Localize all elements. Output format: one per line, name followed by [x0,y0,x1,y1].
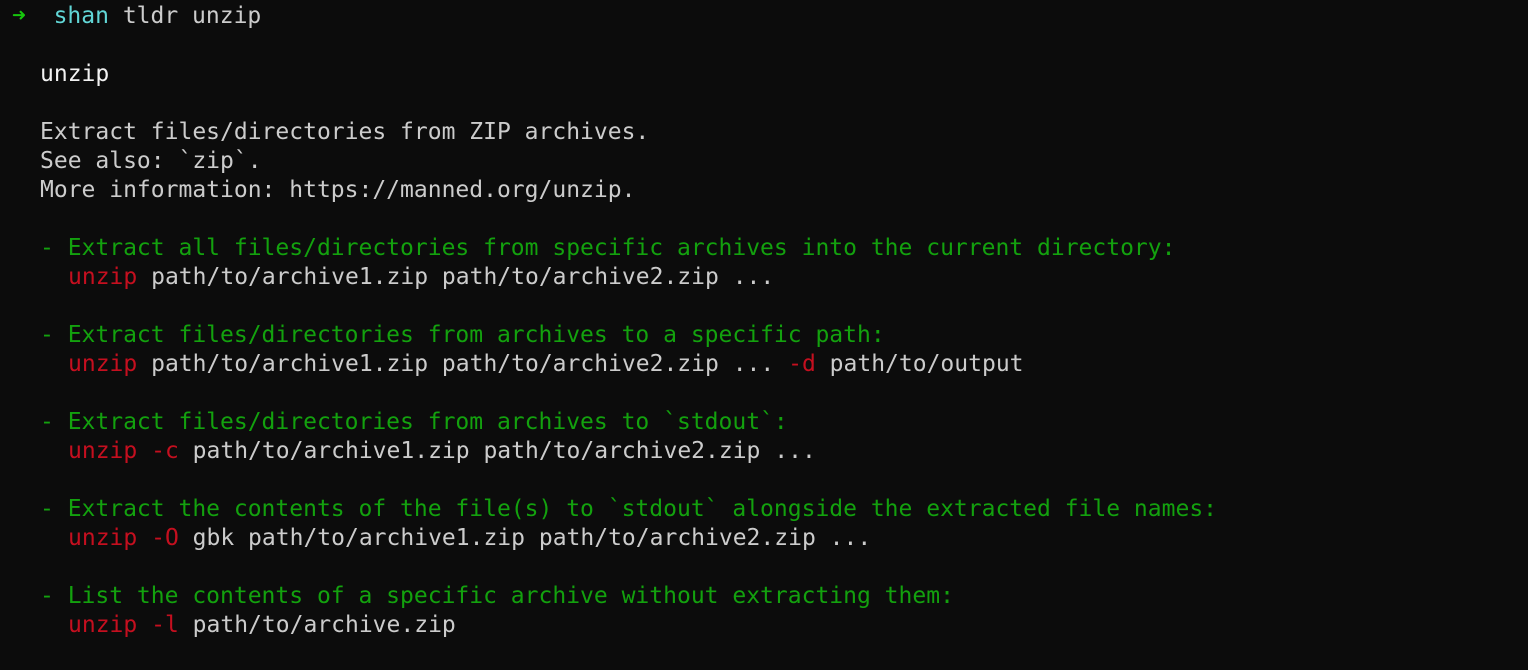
command-program: unzip [68,351,138,377]
example-command: unzip -l path/to/archive.zip [12,611,1528,640]
example-description: - Extract files/directories from archive… [40,322,885,348]
prompt-arrow-icon: ➜ [12,3,26,29]
examples-list: - Extract all files/directories from spe… [12,205,1528,640]
prompt-user: shan [53,3,109,29]
command-argument: path/to/archive1.zip path/to/archive2.zi… [151,351,775,377]
description-line: More information: https://manned.org/unz… [40,177,636,203]
terminal-window[interactable]: ➜ shan tldr unzip unzip Extract files/di… [0,0,1528,670]
command-program: unzip [68,612,138,638]
command-flag: -c [151,438,179,464]
description-line: Extract files/directories from ZIP archi… [40,119,650,145]
example-command: unzip path/to/archive1.zip path/to/archi… [12,263,1528,292]
entered-command: tldr unzip [122,3,262,29]
command-program: unzip [68,264,138,290]
command-argument: path/to/archive.zip [192,612,456,638]
example-command: unzip path/to/archive1.zip path/to/archi… [12,350,1528,379]
example-description: - Extract the contents of the file(s) to… [40,496,1218,522]
example-command: unzip -c path/to/archive1.zip path/to/ar… [12,437,1528,466]
command-program: unzip [68,525,138,551]
example-description: - Extract all files/directories from spe… [40,235,1176,261]
page-title: unzip [40,61,110,87]
prompt-line: ➜ shan tldr unzip [12,2,1528,31]
example-description: - Extract files/directories from archive… [40,409,788,435]
command-flag: -d [788,351,816,377]
example-description: - List the contents of a specific archiv… [40,583,954,609]
command-argument: path/to/archive1.zip path/to/archive2.zi… [151,264,775,290]
command-argument: path/to/output [829,351,1024,377]
command-argument: path/to/archive1.zip path/to/archive2.zi… [192,438,816,464]
command-argument: gbk path/to/archive1.zip path/to/archive… [192,525,872,551]
example-command: unzip -O gbk path/to/archive1.zip path/t… [12,524,1528,553]
command-flag: -l [151,612,179,638]
command-flag: -O [151,525,179,551]
description-line: See also: `zip`. [40,148,262,174]
command-program: unzip [68,438,138,464]
